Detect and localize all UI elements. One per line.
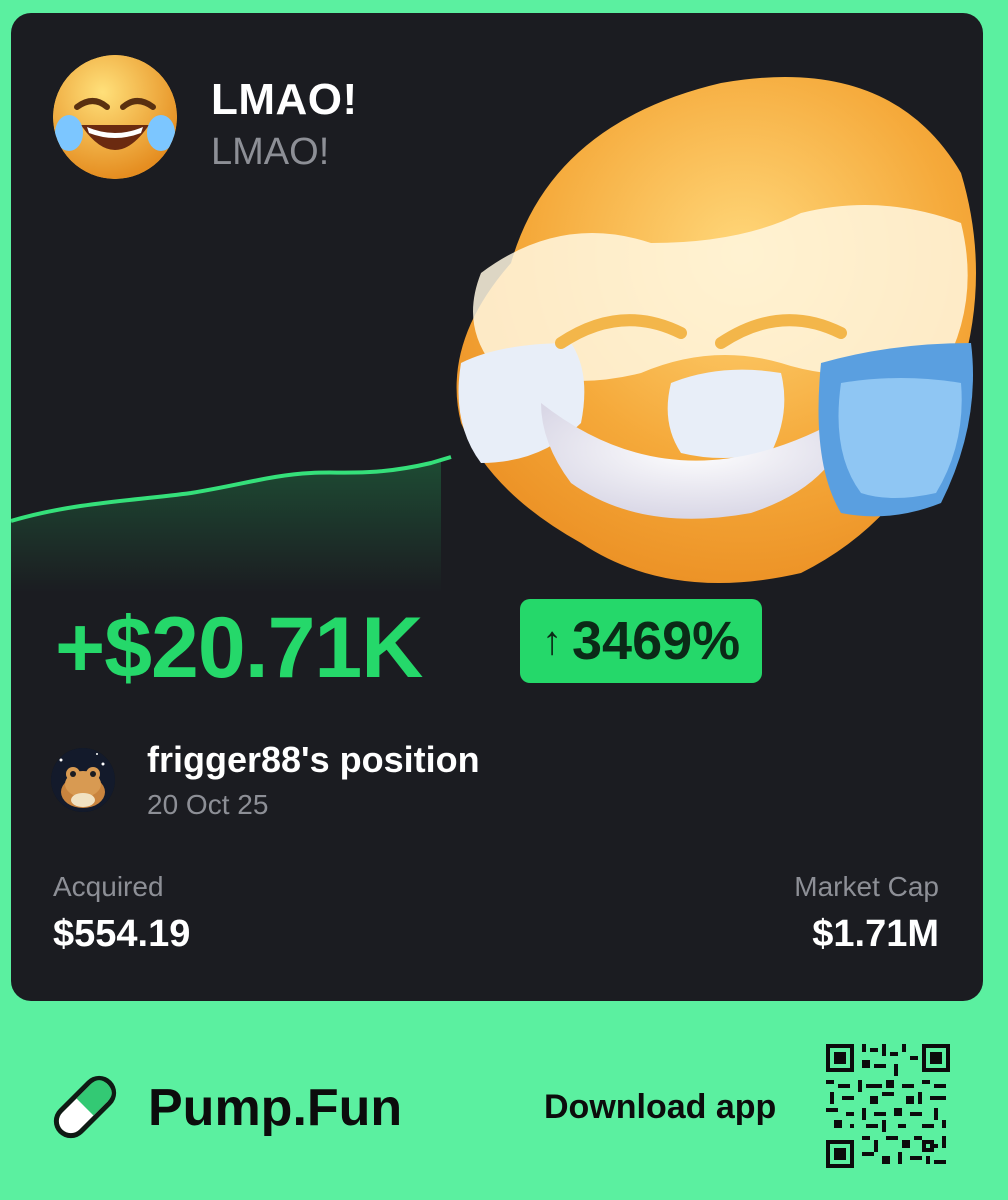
token-ticker: LMAO!	[211, 131, 330, 173]
position-date: 20 Oct 25	[147, 789, 269, 820]
qr-code[interactable]	[826, 1044, 950, 1168]
percent-change-badge: ↑ 3469%	[520, 599, 763, 683]
market-cap-value: $1.71M	[812, 913, 939, 955]
download-app-label[interactable]: Download app	[544, 1088, 776, 1127]
percent-change: 3469%	[572, 611, 741, 671]
acquired-value: $554.19	[53, 913, 191, 955]
token-avatar	[53, 55, 177, 179]
position-title: frigger88's position	[147, 739, 480, 780]
position-card: LMAO! LMAO! +$20.71K ↑ 3469% frigger88's…	[11, 13, 983, 1001]
acquired-label: Acquired	[53, 871, 164, 902]
pill-logo-icon	[44, 1066, 126, 1148]
arrow-up-icon: ↑	[542, 618, 562, 663]
laughing-emoji-sticker	[421, 43, 981, 583]
token-name: LMAO!	[211, 75, 358, 124]
brand-name: Pump.Fun	[148, 1079, 403, 1137]
profit-amount: +$20.71K	[55, 600, 423, 696]
market-cap-label: Market Cap	[794, 871, 939, 902]
frog-avatar	[51, 748, 115, 812]
